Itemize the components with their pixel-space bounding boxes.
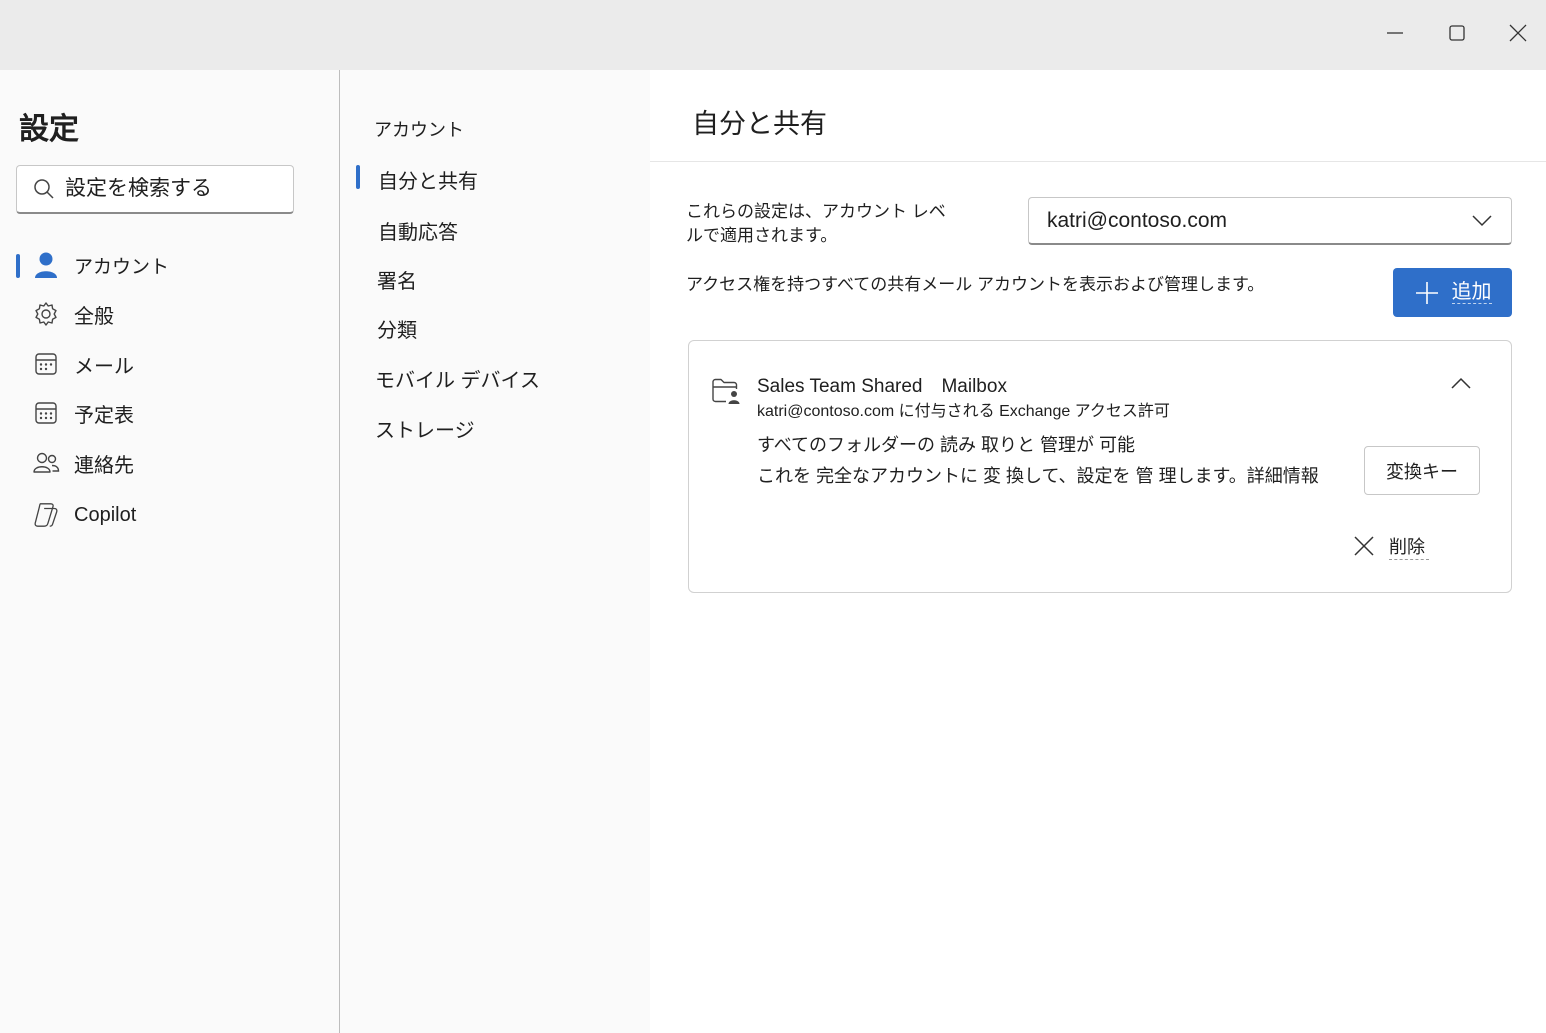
subnav-item-categories[interactable]: 分類 xyxy=(341,306,641,346)
mailbox-name: Sales Team Shared Mailbox xyxy=(757,376,1007,397)
nav-item-copilot[interactable]: Copilot xyxy=(16,494,316,536)
page-title: 自分と共有 xyxy=(692,109,827,139)
search-icon xyxy=(34,179,54,199)
content-pane: 自分と共有 これらの設定は、アカウント レベルで適用されます。 katri@co… xyxy=(650,70,1546,1033)
sub-nav: アカウント 自分と共有 自動応答 署名 分類 モバイル デバイス ストレージ xyxy=(341,70,650,1033)
plus-icon xyxy=(1415,281,1438,304)
close-button[interactable] xyxy=(1498,14,1538,52)
add-button-label: 追加 xyxy=(1451,281,1492,304)
subnav-label: 署名 xyxy=(377,271,417,293)
settings-title: 設定 xyxy=(19,113,79,146)
subnav-label: 自分と共有 xyxy=(378,171,478,193)
maximize-icon xyxy=(1449,25,1465,41)
minimize-button[interactable] xyxy=(1375,14,1415,52)
subnav-label: モバイル デバイス xyxy=(375,370,540,392)
description-text: アクセス権を持つすべての共有メール アカウントを表示および管理します。 xyxy=(686,275,1265,294)
subnav-label: ストレージ xyxy=(375,420,475,442)
add-button[interactable]: 追加 xyxy=(1393,268,1512,317)
selected-indicator xyxy=(356,165,360,189)
mailbox-permission-source: katri@contoso.com に付与される Exchange アクセス許可 xyxy=(757,403,1170,420)
nav-item-general[interactable]: 全般 xyxy=(16,293,316,335)
convert-button[interactable]: 変換キー xyxy=(1364,446,1480,495)
shared-folder-icon xyxy=(712,378,740,404)
gear-icon xyxy=(32,300,60,328)
subnav-item-storage[interactable]: ストレージ xyxy=(341,406,641,446)
subnav-item-signatures[interactable]: 署名 xyxy=(341,257,641,297)
remove-button-label: 削除 xyxy=(1389,533,1429,560)
close-icon xyxy=(1509,24,1527,42)
calendar-icon xyxy=(32,399,60,427)
minimize-icon xyxy=(1387,32,1403,34)
convert-description-text: これを 完全なアカウントに 変 換して、設定を 管 理します。 xyxy=(757,466,1247,486)
learn-more-link[interactable]: 詳細情報 xyxy=(1247,466,1319,486)
nav-label-calendar: 予定表 xyxy=(74,404,134,427)
mail-icon xyxy=(32,350,60,378)
account-dropdown-value: katri@contoso.com xyxy=(1047,209,1228,232)
nav-label-copilot: Copilot xyxy=(74,503,137,526)
nav-label-contacts: 連絡先 xyxy=(74,454,134,477)
remove-button[interactable]: 削除 xyxy=(1353,531,1429,561)
nav-item-contacts[interactable]: 連絡先 xyxy=(16,442,316,484)
account-dropdown[interactable]: katri@contoso.com xyxy=(1028,197,1512,245)
subnav-label: 自動応答 xyxy=(378,222,458,244)
chevron-down-icon xyxy=(1472,215,1492,227)
subnav-item-shared-with-me[interactable]: 自分と共有 xyxy=(341,157,641,197)
title-bar xyxy=(0,0,1546,70)
nav-item-mail[interactable]: メール xyxy=(16,343,316,385)
convert-description: これを 完全なアカウントに 変 換して、設定を 管 理します。詳細情報 xyxy=(757,462,1319,488)
nav-label-account: アカウント xyxy=(74,256,170,278)
subnav-item-mobile-devices[interactable]: モバイル デバイス xyxy=(341,356,641,396)
search-input[interactable] xyxy=(65,177,285,201)
subnav-label: 分類 xyxy=(377,320,417,342)
scope-text: これらの設定は、アカウント レベルで適用されます。 xyxy=(686,202,946,245)
nav-label-general: 全般 xyxy=(74,305,114,328)
nav-item-calendar[interactable]: 予定表 xyxy=(16,392,316,434)
close-icon xyxy=(1354,536,1374,556)
left-nav: 設定 アカウント 全般 メール xyxy=(0,70,340,1033)
nav-item-account[interactable]: アカウント xyxy=(16,244,316,286)
collapse-button[interactable] xyxy=(1449,375,1473,396)
copilot-icon xyxy=(32,501,60,529)
maximize-button[interactable] xyxy=(1437,14,1477,52)
people-icon xyxy=(32,449,60,477)
selected-indicator xyxy=(16,254,20,278)
subnav-item-auto-replies[interactable]: 自動応答 xyxy=(341,208,641,248)
person-icon xyxy=(32,251,60,279)
content-header: 自分と共有 xyxy=(650,70,1546,162)
chevron-up-icon xyxy=(1451,377,1471,389)
shared-mailbox-card: Sales Team Shared Mailbox katri@contoso.… xyxy=(688,340,1512,593)
search-box[interactable] xyxy=(16,165,294,214)
permission-description: すべてのフォルダーの 読み 取りと 管理が 可能 xyxy=(757,435,1136,455)
subnav-header: アカウント xyxy=(374,120,464,140)
nav-label-mail: メール xyxy=(74,355,134,378)
settings-window: 設定 アカウント 全般 メール xyxy=(0,70,1546,1033)
